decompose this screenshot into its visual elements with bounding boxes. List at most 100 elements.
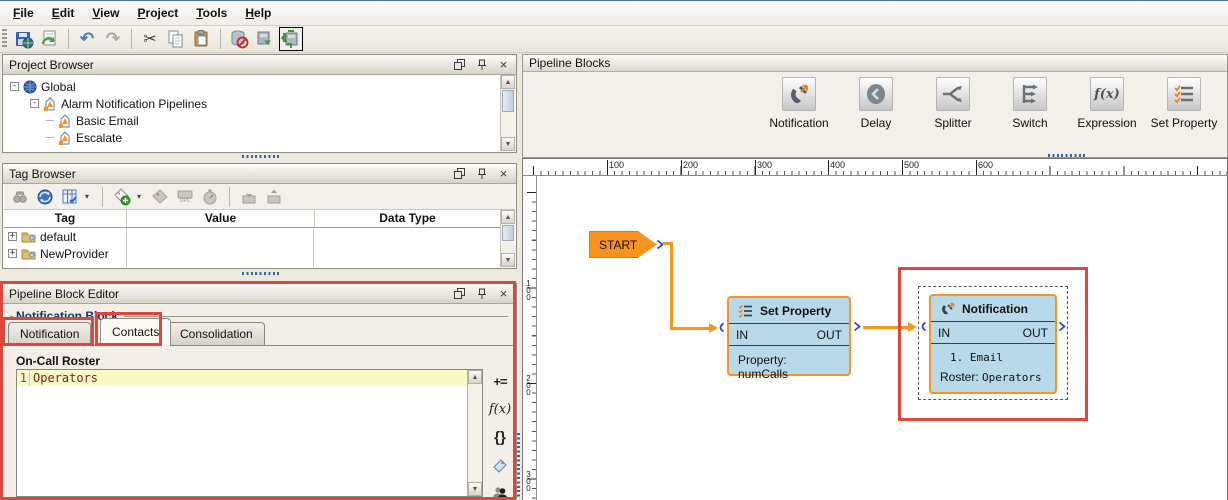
splitter-handle[interactable] [242, 155, 280, 158]
block-title: Notification [962, 301, 1028, 316]
tag-grid-icon[interactable] [60, 187, 80, 207]
set-property-block[interactable]: Set Property IN OUT Property: numCalls [727, 296, 851, 381]
set-property-icon [1174, 85, 1193, 104]
palette-item-splitter[interactable]: Splitter [916, 77, 990, 130]
user-icon[interactable] [492, 484, 508, 500]
close-icon[interactable]: × [497, 167, 510, 180]
palette-item-expression[interactable]: f(x) Expression [1070, 77, 1144, 130]
braces-icon[interactable]: {} [494, 428, 506, 446]
input-connector[interactable] [919, 321, 927, 335]
expand-icon[interactable]: + [8, 232, 17, 241]
wire [670, 242, 673, 330]
scroll-up-icon[interactable]: ▲ [501, 210, 515, 224]
palette-item-notification[interactable]: Notification [762, 77, 836, 130]
scrollbar-thumb[interactable] [502, 90, 514, 112]
menu-tools[interactable]: Tools [187, 3, 236, 23]
palette-item-delay[interactable]: Delay [839, 77, 913, 130]
dropdown-icon[interactable]: ▾ [85, 192, 93, 201]
refresh-icon[interactable] [35, 187, 55, 207]
splitter-icon [943, 86, 962, 102]
tag-row-default[interactable]: + default [4, 228, 127, 245]
scroll-down-icon[interactable]: ▼ [501, 137, 515, 151]
tree-item-escalate[interactable]: Escalate [4, 129, 500, 146]
scroll-down-icon[interactable]: ▼ [468, 482, 482, 496]
palette-item-set-property[interactable]: Set Property [1147, 77, 1221, 130]
pin-icon[interactable] [475, 287, 488, 300]
column-header-value[interactable]: Value [127, 210, 315, 227]
undo-icon[interactable]: ↶ [75, 27, 99, 51]
roster-editor-text[interactable]: 1 Operators [17, 370, 467, 496]
menu-view[interactable]: View [83, 3, 128, 23]
menu-help[interactable]: Help [236, 3, 280, 23]
menu-project[interactable]: Project [129, 3, 188, 23]
copy-icon[interactable] [164, 27, 188, 51]
palette-label: Expression [1077, 116, 1137, 130]
column-header-datatype[interactable]: Data Type [315, 210, 500, 227]
roster-entry: Operators [33, 371, 99, 385]
palette-item-switch[interactable]: Switch [993, 77, 1067, 130]
input-connector[interactable] [717, 322, 725, 336]
tree-item-global[interactable]: - Global [4, 78, 500, 95]
in-label: IN [938, 325, 950, 340]
scroll-down-icon[interactable]: ▼ [501, 253, 515, 267]
pin-icon[interactable] [475, 58, 488, 71]
toolbar-grip[interactable] [2, 29, 7, 49]
float-icon[interactable] [453, 167, 466, 180]
in-label: IN [736, 327, 748, 342]
close-icon[interactable]: × [497, 58, 510, 71]
splitter-handle[interactable] [1048, 154, 1086, 157]
switch-icon [1022, 84, 1038, 104]
project-tree: - Global - Alarm Notification Pipelines … [4, 75, 500, 151]
float-icon[interactable] [453, 287, 466, 300]
add-tag-icon[interactable] [112, 187, 132, 207]
scroll-up-icon[interactable]: ▲ [468, 370, 482, 384]
toolbar-separator [68, 29, 69, 49]
editor-scrollbar[interactable]: ▲ ▼ [467, 370, 482, 496]
server-download-icon[interactable] [253, 27, 277, 51]
roster-editor[interactable]: 1 Operators ▲ ▼ [16, 369, 483, 497]
start-block[interactable]: START [589, 231, 657, 258]
notification-block[interactable]: Notification IN OUT 1. Email Roster: Ope… [929, 294, 1057, 394]
tag-icon[interactable] [492, 456, 508, 474]
scrollbar-thumb[interactable] [502, 225, 514, 241]
server-sync-icon[interactable] [279, 27, 303, 51]
roster-value: Operators [982, 371, 1042, 384]
palette-label: Delay [860, 116, 892, 130]
tab-contacts[interactable]: Contacts [100, 318, 172, 346]
database-disabled-icon[interactable] [227, 27, 251, 51]
column-header-tag[interactable]: Tag [4, 210, 127, 227]
collapse-icon[interactable]: - [10, 82, 19, 91]
output-connector[interactable] [853, 321, 861, 335]
tree-item-basic-email[interactable]: Basic Email [4, 112, 500, 129]
float-icon[interactable] [453, 58, 466, 71]
update-project-icon[interactable] [38, 27, 62, 51]
scroll-up-icon[interactable]: ▲ [501, 75, 515, 89]
paste-icon[interactable] [190, 27, 214, 51]
close-icon[interactable]: × [497, 287, 510, 300]
tree-item-alarm-pipelines[interactable]: - Alarm Notification Pipelines [4, 95, 500, 112]
tag-row-newprovider[interactable]: + NewProvider [4, 245, 127, 262]
pin-icon[interactable] [475, 167, 488, 180]
dropdown-icon[interactable]: ▾ [137, 192, 145, 201]
splitter-handle[interactable] [242, 272, 280, 275]
project-browser-panel: Project Browser × - Global - Alarm Notif… [2, 54, 517, 153]
splitter-handle[interactable] [517, 433, 520, 499]
insert-value-icon[interactable]: += [493, 372, 507, 390]
tab-consolidation[interactable]: Consolidation [168, 322, 265, 346]
pipeline-block-editor-panel: Pipeline Block Editor × Notification Blo… [2, 283, 517, 499]
tab-notification[interactable]: Notification [8, 322, 92, 346]
cut-icon[interactable]: ✂ [138, 27, 162, 51]
function-icon[interactable]: f(x) [489, 400, 511, 418]
palette-label: Notification [769, 116, 829, 130]
tag-table-scrollbar[interactable]: ▲ ▼ [500, 210, 515, 267]
output-connector[interactable] [1058, 321, 1066, 335]
menu-file[interactable]: File [4, 3, 43, 23]
tag-browser-titlebar: Tag Browser × [3, 164, 516, 184]
menu-edit[interactable]: Edit [43, 3, 84, 23]
project-tree-scrollbar[interactable]: ▲ ▼ [500, 75, 515, 151]
save-icon[interactable] [12, 27, 36, 51]
folder-icon [21, 230, 36, 243]
pipeline-canvas[interactable]: 100 200 300 400 500 600 100 200 300 STAR… [522, 158, 1228, 500]
collapse-icon[interactable]: - [30, 99, 39, 108]
expand-icon[interactable]: + [8, 249, 17, 258]
